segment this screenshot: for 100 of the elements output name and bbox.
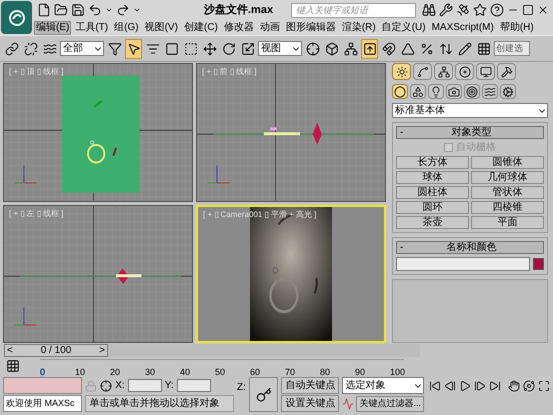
menu-item[interactable]: 工具(T) <box>73 20 110 34</box>
square-icon <box>164 42 178 56</box>
rollout-title[interactable]: 名称和颜色 <box>403 242 540 252</box>
panel-tab[interactable] <box>500 84 516 99</box>
save-icon <box>71 3 85 17</box>
x-field[interactable] <box>128 379 162 392</box>
name-field[interactable] <box>396 257 530 271</box>
ruler-tick-label: 50 <box>215 368 226 377</box>
panel-tab[interactable] <box>392 63 411 80</box>
listener-output: 欢迎使用 MAXSc <box>3 395 82 412</box>
ruler-tick-label: 30 <box>145 368 156 377</box>
primitive-button[interactable]: 圆柱体 <box>396 186 469 199</box>
primitive-button[interactable]: 四棱锥 <box>471 201 544 214</box>
waves-icon <box>484 86 496 98</box>
menu-item[interactable]: 动画 <box>258 20 282 34</box>
crosshair-icon <box>306 42 320 56</box>
new-file-icon <box>37 3 51 17</box>
grid-icon <box>476 42 490 56</box>
previous-frame-button[interactable]: < <box>5 342 15 358</box>
target-icon <box>466 86 478 98</box>
auto-key-button[interactable]: 自动关键点 <box>281 377 340 394</box>
menu-item[interactable]: 帮助(H) <box>498 20 536 34</box>
panel-tab[interactable] <box>476 63 495 80</box>
panel-tab[interactable] <box>413 63 432 80</box>
shapes-icon <box>412 86 424 98</box>
panel-tab[interactable] <box>497 63 516 80</box>
coordinate-dropdown[interactable]: 视图 <box>258 41 302 56</box>
scale-icon <box>240 42 254 56</box>
open-folder-icon <box>54 3 68 17</box>
time-slider-track[interactable]: < 0 / 100 > <box>4 344 420 356</box>
maximize-icon <box>522 4 534 16</box>
time-slider-thumb[interactable]: < 0 / 100 > <box>4 344 108 356</box>
primitive-button[interactable]: 长方体 <box>396 156 469 169</box>
key-button[interactable] <box>248 377 278 412</box>
toolbar-button[interactable] <box>125 38 142 58</box>
menu-item[interactable]: 修改器 <box>222 20 256 34</box>
filter-icon <box>108 42 122 56</box>
panel-tab[interactable] <box>392 84 408 99</box>
lock-icon <box>85 380 98 392</box>
sphere-icon <box>394 86 406 98</box>
menu-item[interactable]: 渲染(R) <box>340 20 378 34</box>
collapse-mark[interactable]: - <box>400 128 404 138</box>
y-label: Y: <box>164 379 174 393</box>
panel-tab[interactable] <box>446 84 462 99</box>
ruler-tick-label: 10 <box>75 368 86 377</box>
pencil-icon <box>458 42 472 56</box>
menu-item[interactable]: 组(G) <box>112 20 141 34</box>
primitive-button[interactable]: 茶壶 <box>396 216 469 229</box>
primitive-button[interactable]: 平面 <box>471 216 544 229</box>
listener-field[interactable] <box>3 377 82 394</box>
sun-icon <box>396 66 408 78</box>
menu-item[interactable]: 自定义(U) <box>380 20 428 34</box>
panel-tab[interactable] <box>410 84 426 99</box>
panel-tab[interactable] <box>434 63 453 80</box>
rollout-title[interactable]: 对象类型 <box>403 128 540 138</box>
axis-tripod-icon <box>14 306 37 325</box>
app-logo-icon[interactable] <box>1 1 32 34</box>
menu-item[interactable]: 编辑(E) <box>34 20 72 34</box>
ruler-tick-label: 90 <box>355 368 366 377</box>
monitor-icon <box>480 66 492 78</box>
key-icon <box>256 386 272 402</box>
toolbar-button[interactable] <box>361 38 378 58</box>
key-selection-dropdown[interactable]: 选定对象 <box>342 377 424 394</box>
network-icon <box>344 42 358 56</box>
waves-icon <box>42 42 56 56</box>
curve-icon <box>416 66 428 78</box>
menu-item[interactable]: 图形编辑器 <box>284 20 338 34</box>
menu-item[interactable]: 视图(V) <box>142 20 180 34</box>
primitive-button[interactable]: 管状体 <box>471 186 544 199</box>
redo-icon <box>116 3 130 17</box>
crosshair-icon <box>100 380 112 392</box>
play-icon <box>458 380 471 392</box>
help-icon <box>490 3 504 17</box>
search-field[interactable]: 键入关键字或短语 <box>291 2 416 18</box>
color-swatch[interactable] <box>533 258 544 270</box>
undo-icon <box>88 3 102 17</box>
filter-dropdown[interactable]: 全部 <box>60 41 104 56</box>
hand-icon <box>508 380 520 392</box>
primitive-button[interactable]: 圆锥体 <box>471 156 544 169</box>
primitive-button[interactable]: 几何球体 <box>471 171 544 184</box>
primitive-button[interactable]: 球体 <box>396 171 469 184</box>
box-icon <box>324 42 338 56</box>
ruler-tick-label: 0 <box>40 368 46 377</box>
collapse-mark[interactable]: - <box>400 242 404 252</box>
menu-item[interactable]: 创建(C) <box>182 20 220 34</box>
set-key-button[interactable]: 设置关键点 <box>281 395 340 412</box>
panel-tab[interactable] <box>482 84 498 99</box>
x-label: X: <box>115 379 125 393</box>
menu-item[interactable]: MAXScript(M) <box>430 20 496 34</box>
next-frame-button[interactable]: > <box>97 342 107 358</box>
next-frame-icon <box>474 380 486 392</box>
y-field[interactable] <box>176 379 211 392</box>
panel-tab[interactable] <box>455 63 474 80</box>
primitive-button[interactable]: 圆环 <box>396 201 469 214</box>
selection-set-field[interactable]: 创建选 <box>494 41 530 56</box>
orbit-icon <box>522 380 535 392</box>
panel-tab[interactable] <box>464 84 480 99</box>
type-dropdown[interactable]: 标准基本体 <box>392 103 548 118</box>
key-filters-button[interactable]: 关键点过滤器... <box>356 396 424 412</box>
panel-tab[interactable] <box>428 84 444 99</box>
